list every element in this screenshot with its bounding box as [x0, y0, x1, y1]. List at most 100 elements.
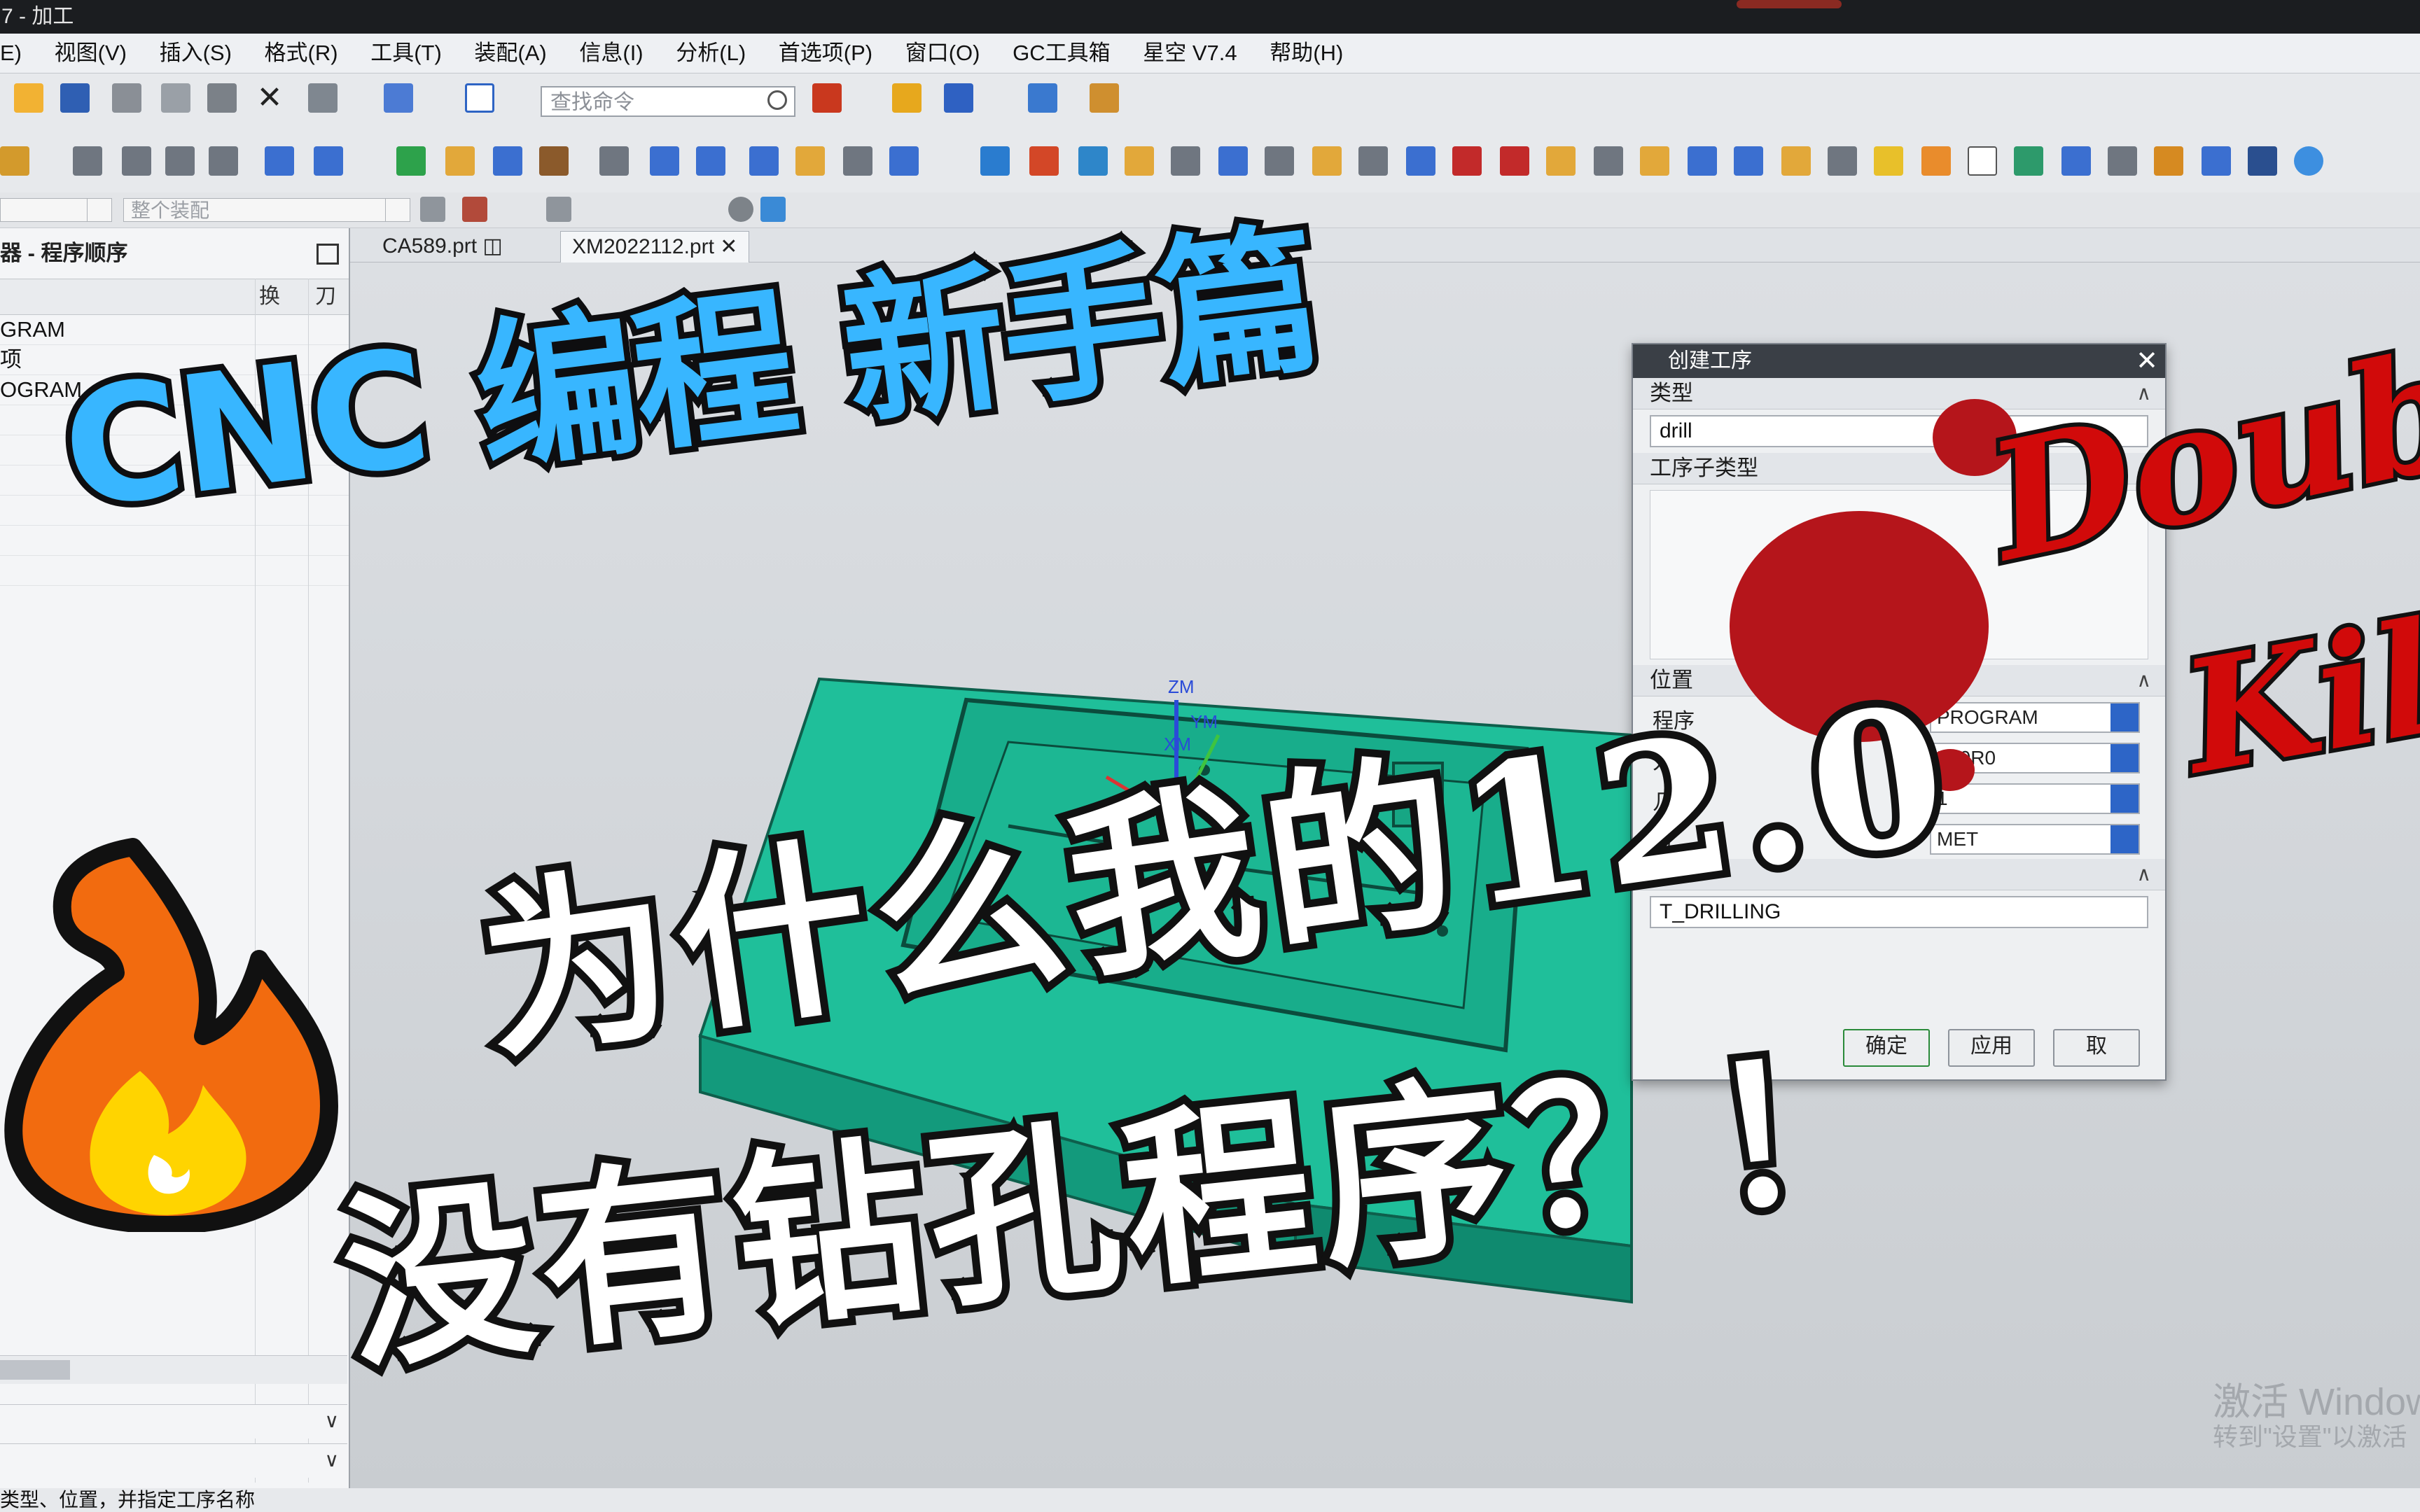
tool-icon-12[interactable]: [599, 146, 629, 176]
window-title: 7 - 加工: [1, 5, 74, 28]
dependencies-dropdown[interactable]: ∨: [0, 1443, 347, 1478]
delete-icon[interactable]: ✕: [255, 83, 284, 113]
tool-icon-4[interactable]: [165, 146, 195, 176]
select-icon[interactable]: [384, 83, 413, 113]
horizontal-scrollbar[interactable]: [0, 1355, 347, 1384]
program-select[interactable]: PROGRAM: [1930, 702, 2140, 733]
menu-assembly[interactable]: 装配(A): [474, 34, 546, 73]
tool-icon-6[interactable]: [265, 146, 294, 176]
cube-icon[interactable]: [760, 197, 786, 222]
apply-button[interactable]: 应用: [1948, 1029, 2035, 1067]
tool-icon-37[interactable]: [1828, 146, 1857, 176]
menu-gc-toolbox[interactable]: GC工具箱: [1013, 34, 1111, 73]
chevron-down-icon[interactable]: [2110, 744, 2139, 772]
menu-view[interactable]: 视图(V): [55, 34, 127, 73]
tool-icon-24[interactable]: [1218, 146, 1248, 176]
list-item-empty[interactable]: [0, 556, 349, 586]
tool-icon-11[interactable]: [539, 146, 569, 176]
tool-icon-36[interactable]: [1781, 146, 1811, 176]
view-orient-icon[interactable]: [944, 83, 973, 113]
tool-icon-35[interactable]: [1734, 146, 1763, 176]
measure-icon[interactable]: [1090, 83, 1119, 113]
tool-icon-10[interactable]: [493, 146, 522, 176]
tool-icon-14[interactable]: [696, 146, 725, 176]
maximize-icon[interactable]: [317, 244, 339, 265]
snap-icon[interactable]: [812, 83, 842, 113]
chevron-down-icon[interactable]: [2110, 825, 2139, 853]
tool-icon-32[interactable]: [1594, 146, 1623, 176]
tool-icon-2[interactable]: [73, 146, 102, 176]
chevron-down-icon[interactable]: [2110, 785, 2139, 813]
menu-tools[interactable]: 工具(T): [370, 34, 442, 73]
tool-icon-22[interactable]: [1125, 146, 1154, 176]
tool-icon-18[interactable]: [889, 146, 919, 176]
tool-icon-19[interactable]: [980, 146, 1010, 176]
tool-icon-13[interactable]: [650, 146, 679, 176]
menu-window[interactable]: 窗口(O): [905, 34, 980, 73]
cut-icon[interactable]: [112, 83, 141, 113]
tool-icon-42[interactable]: [2061, 146, 2091, 176]
menu-help[interactable]: 帮助(H): [1270, 34, 1343, 73]
select-filter-icon[interactable]: [462, 197, 487, 222]
tool-icon-34[interactable]: [1688, 146, 1717, 176]
menu-insert[interactable]: 插入(S): [160, 34, 232, 73]
chevron-up-icon[interactable]: ∧: [2137, 859, 2152, 890]
calculator-icon[interactable]: [2248, 146, 2277, 176]
undo-icon[interactable]: [308, 83, 338, 113]
menu-xingkong[interactable]: 星空 V7.4: [1143, 34, 1237, 73]
tool-icon-44[interactable]: [2154, 146, 2183, 176]
tool-icon-23[interactable]: [1171, 146, 1200, 176]
tool-icon-39[interactable]: [1921, 146, 1951, 176]
search-icon[interactable]: [767, 90, 787, 110]
tool-icon-29[interactable]: [1452, 146, 1482, 176]
tool-icon-31[interactable]: [1546, 146, 1576, 176]
tool-icon-3[interactable]: [122, 146, 151, 176]
touch-icon[interactable]: [892, 83, 922, 113]
command-search-input[interactable]: 查找命令: [541, 86, 795, 117]
tool-icon-45[interactable]: [2202, 146, 2231, 176]
menu-info[interactable]: 信息(I): [579, 34, 643, 73]
verify-icon[interactable]: [396, 146, 426, 176]
tool-icon-9[interactable]: [445, 146, 475, 176]
menu-preferences[interactable]: 首选项(P): [779, 34, 872, 73]
document-icon[interactable]: [1968, 146, 1997, 176]
snap-toggle-icon[interactable]: [420, 197, 445, 222]
tool-icon-43[interactable]: [2108, 146, 2137, 176]
tool-icon-28[interactable]: [1406, 146, 1435, 176]
tool-icon-17[interactable]: [843, 146, 872, 176]
assembly-scope-combo[interactable]: 整个装配: [123, 198, 410, 222]
details-dropdown[interactable]: ∨: [0, 1404, 347, 1438]
filter-combo[interactable]: [0, 198, 112, 222]
tool-icon-7[interactable]: [314, 146, 343, 176]
window-frame-icon[interactable]: [465, 83, 494, 113]
menu-format[interactable]: 格式(R): [265, 34, 338, 73]
menu-analysis[interactable]: 分析(L): [676, 34, 746, 73]
tool-icon-16[interactable]: [795, 146, 825, 176]
tool-icon-33[interactable]: [1640, 146, 1669, 176]
tool-icon-41[interactable]: [2014, 146, 2043, 176]
tool-icon-5[interactable]: [209, 146, 238, 176]
grid-icon[interactable]: [1028, 83, 1057, 113]
copy-icon[interactable]: [161, 83, 190, 113]
save-icon[interactable]: [60, 83, 90, 113]
tool-icon-27[interactable]: [1358, 146, 1388, 176]
tool-icon-30[interactable]: [1500, 146, 1529, 176]
menu-edit[interactable]: E): [0, 34, 22, 73]
clock-icon[interactable]: [2294, 146, 2323, 176]
tab-ca589[interactable]: CA589.prt ◫: [371, 231, 514, 262]
tool-icon-21[interactable]: [1078, 146, 1108, 176]
sphere-icon[interactable]: [728, 197, 753, 222]
chevron-up-icon[interactable]: ∧: [2137, 665, 2152, 696]
select-mode-icon[interactable]: [546, 197, 571, 222]
paste-icon[interactable]: [207, 83, 237, 113]
tool-icon-26[interactable]: [1312, 146, 1342, 176]
pencil-icon[interactable]: [1874, 146, 1903, 176]
chevron-down-icon[interactable]: [2110, 704, 2139, 732]
tool-icon-20[interactable]: [1029, 146, 1059, 176]
open-icon[interactable]: [14, 83, 43, 113]
tool-icon-15[interactable]: [749, 146, 779, 176]
cancel-button[interactable]: 取: [2053, 1029, 2140, 1067]
close-icon[interactable]: ✕: [2136, 344, 2158, 378]
scrollbar-thumb[interactable]: [0, 1360, 70, 1380]
tool-icon-1[interactable]: [0, 146, 29, 176]
